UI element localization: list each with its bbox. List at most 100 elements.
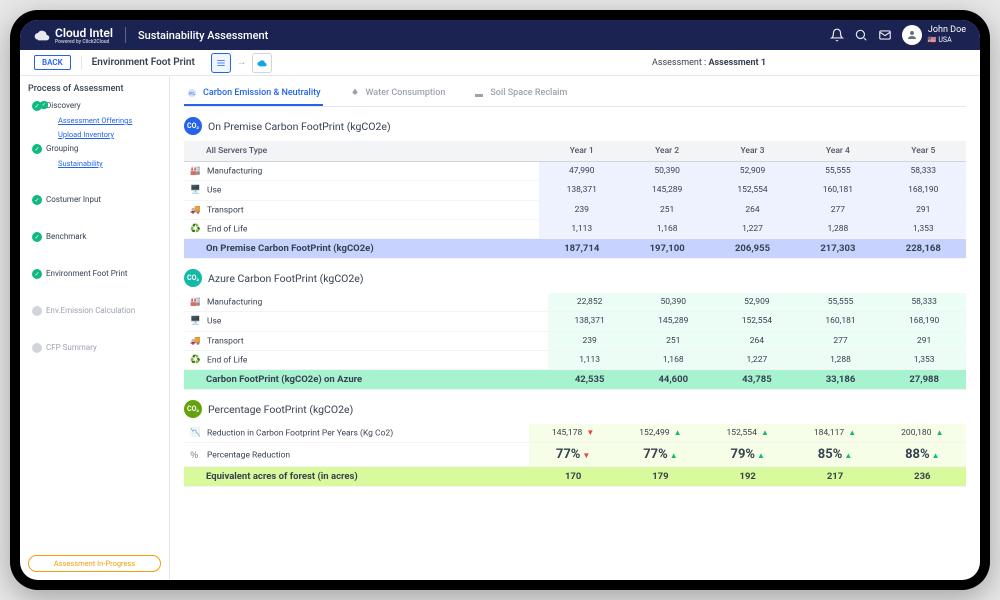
col-year4: Year 4 bbox=[795, 141, 880, 162]
divider bbox=[81, 56, 82, 70]
user-name: John Doe bbox=[928, 25, 966, 35]
status-badge: Assessment In-Progress bbox=[28, 555, 161, 572]
user-menu[interactable]: John Doe 🇺🇸 USA bbox=[902, 25, 966, 45]
table-row: ♻️End of Life1,1131,1681,2271,2881,353 bbox=[184, 350, 966, 369]
back-button[interactable]: BACK bbox=[34, 55, 71, 70]
view-table-button[interactable] bbox=[211, 53, 231, 73]
avatar bbox=[902, 25, 922, 45]
brand-logo[interactable]: Cloud Intel Powered by Click2Cloud bbox=[34, 26, 113, 45]
sidebar-title: Process of Assessment bbox=[28, 84, 161, 94]
subbar: BACK Environment Foot Print → Assessment… bbox=[20, 50, 980, 76]
section-title: On Premise Carbon FootPrint (kgCO2e) bbox=[208, 120, 391, 133]
monitor-icon: 🖥️ bbox=[190, 185, 202, 195]
assessment-label: Assessment : Assessment 1 bbox=[652, 58, 766, 68]
section-azure: CO₂ Azure Carbon FootPrint (kgCO2e) 🏭Man… bbox=[184, 269, 966, 390]
table-row: 📉Reduction in Carbon Footprint Per Years… bbox=[184, 424, 966, 443]
tabs: CO₂ Carbon Emission & Neutrality Water C… bbox=[184, 76, 966, 107]
table-row: ♻️End of Life1,1131,1681,2271,2881,353 bbox=[184, 219, 966, 238]
factory-icon: 🏭 bbox=[190, 166, 202, 176]
water-icon bbox=[349, 87, 361, 99]
col-year5: Year 5 bbox=[881, 141, 966, 162]
arrow-icon: → bbox=[237, 57, 247, 68]
user-country: 🇺🇸 USA bbox=[928, 36, 952, 44]
search-icon[interactable] bbox=[854, 28, 868, 42]
azure-table: 🏭Manufacturing22,85250,39052,90955,55558… bbox=[184, 293, 966, 390]
bell-icon[interactable] bbox=[830, 28, 844, 42]
sidebar-sub-assessment-offerings[interactable]: ✓Assessment Offerings bbox=[32, 115, 161, 126]
recycle-icon: ♻️ bbox=[190, 355, 202, 365]
tab-carbon[interactable]: CO₂ Carbon Emission & Neutrality bbox=[184, 82, 323, 106]
sidebar-step-cfp-summary[interactable]: CFP Summary bbox=[32, 342, 161, 353]
pending-icon bbox=[32, 343, 42, 353]
divider bbox=[125, 27, 126, 43]
table-total-row: Equivalent acres of forest (in acres)170… bbox=[184, 467, 966, 487]
content-area: CO₂ Carbon Emission & Neutrality Water C… bbox=[170, 76, 980, 580]
topbar: Cloud Intel Powered by Click2Cloud Susta… bbox=[20, 20, 980, 50]
table-row: 🚚Transport239251264277291 bbox=[184, 200, 966, 219]
onprem-table: All Servers Type Year 1 Year 2 Year 3 Ye… bbox=[184, 141, 966, 259]
factory-icon: 🏭 bbox=[190, 297, 202, 307]
sidebar-step-benchmark[interactable]: ✓Benchmark bbox=[32, 231, 161, 242]
table-row: 🏭Manufacturing22,85250,39052,90955,55558… bbox=[184, 293, 966, 312]
co2-badge-icon: CO₂ bbox=[184, 117, 202, 135]
truck-icon: 🚚 bbox=[190, 336, 202, 346]
trend-up-icon: ▲ bbox=[844, 451, 852, 460]
percentage-table: 📉Reduction in Carbon Footprint Per Years… bbox=[184, 424, 966, 487]
trend-up-icon: ▲ bbox=[674, 428, 682, 437]
soil-icon bbox=[473, 87, 485, 99]
module-title: Sustainability Assessment bbox=[138, 29, 268, 42]
trend-up-icon: ▲ bbox=[932, 451, 940, 460]
sidebar-step-costumer-input[interactable]: ✓Costumer Input bbox=[32, 194, 161, 205]
section-title: Percentage FootPrint (kgCO2e) bbox=[208, 403, 353, 416]
trend-up-icon: ▲ bbox=[757, 451, 765, 460]
check-icon: ✓ bbox=[32, 144, 42, 154]
sidebar-sub-sustainability[interactable]: ✓Sustainability bbox=[32, 158, 161, 169]
table-row: 🖥️Use138,371145,289152,554160,181168,190 bbox=[184, 312, 966, 331]
app-screen: Cloud Intel Powered by Click2Cloud Susta… bbox=[20, 20, 980, 580]
check-icon: ✓ bbox=[32, 195, 42, 205]
brand-subtitle: Powered by Click2Cloud bbox=[55, 39, 113, 45]
tab-water[interactable]: Water Consumption bbox=[347, 82, 448, 106]
check-icon: ✓ bbox=[32, 269, 42, 279]
svg-text:CO₂: CO₂ bbox=[189, 92, 196, 96]
percent-icon: ％ bbox=[190, 449, 202, 461]
reduction-icon: 📉 bbox=[190, 428, 202, 438]
recycle-icon: ♻️ bbox=[190, 224, 202, 234]
co2-icon: CO₂ bbox=[186, 87, 198, 99]
pending-icon bbox=[32, 306, 42, 316]
trend-down-icon: ▼ bbox=[582, 451, 590, 460]
table-total-row: Carbon FootPrint (kgCO2e) on Azure42,535… bbox=[184, 370, 966, 390]
check-icon: ✓ bbox=[40, 101, 48, 109]
section-onprem: CO₂ On Premise Carbon FootPrint (kgCO2e)… bbox=[184, 117, 966, 259]
tab-soil[interactable]: Soil Space Reclaim bbox=[471, 82, 569, 106]
trend-up-icon: ▲ bbox=[848, 428, 856, 437]
cloud-icon bbox=[34, 27, 50, 43]
page-title: Environment Foot Print bbox=[92, 57, 195, 68]
monitor-icon: 🖥️ bbox=[190, 316, 202, 326]
col-year3: Year 3 bbox=[710, 141, 795, 162]
col-servers: All Servers Type bbox=[184, 141, 539, 162]
mail-icon[interactable] bbox=[878, 28, 892, 42]
sidebar-step-grouping[interactable]: ✓Grouping bbox=[32, 143, 161, 154]
trend-up-icon: ▲ bbox=[936, 428, 944, 437]
sidebar-step-discovery[interactable]: ✓Discovery bbox=[32, 100, 161, 111]
view-cloud-button[interactable] bbox=[252, 53, 272, 73]
table-total-row: On Premise Carbon FootPrint (kgCO2e)187,… bbox=[184, 239, 966, 259]
brand-name: Cloud Intel bbox=[55, 26, 113, 40]
check-icon: ✓ bbox=[32, 232, 42, 242]
trend-up-icon: ▲ bbox=[670, 451, 678, 460]
col-year1: Year 1 bbox=[539, 141, 624, 162]
sidebar-step-env-emission-calc[interactable]: Env.Emission Calculation bbox=[32, 305, 161, 316]
table-row: 🖥️Use138,371145,289152,554160,181168,190 bbox=[184, 181, 966, 200]
truck-icon: 🚚 bbox=[190, 205, 202, 215]
device-frame: Cloud Intel Powered by Click2Cloud Susta… bbox=[10, 10, 990, 590]
co2-badge-icon: CO₂ bbox=[184, 400, 202, 418]
table-row: ％Percentage Reduction 77%▼ 77%▲ 79%▲ 85%… bbox=[184, 443, 966, 467]
col-year2: Year 2 bbox=[624, 141, 709, 162]
table-row: 🏭Manufacturing47,99050,39052,90955,55558… bbox=[184, 162, 966, 181]
sidebar-sub-upload-inventory[interactable]: ✓Upload Inventory bbox=[32, 129, 161, 140]
trend-up-icon: ▲ bbox=[761, 428, 769, 437]
sidebar-step-environment-foot-print[interactable]: ✓Environment Foot Print bbox=[32, 268, 161, 279]
sidebar: Process of Assessment ✓Discovery ✓Assess… bbox=[20, 76, 170, 580]
co2-badge-icon: CO₂ bbox=[184, 269, 202, 287]
